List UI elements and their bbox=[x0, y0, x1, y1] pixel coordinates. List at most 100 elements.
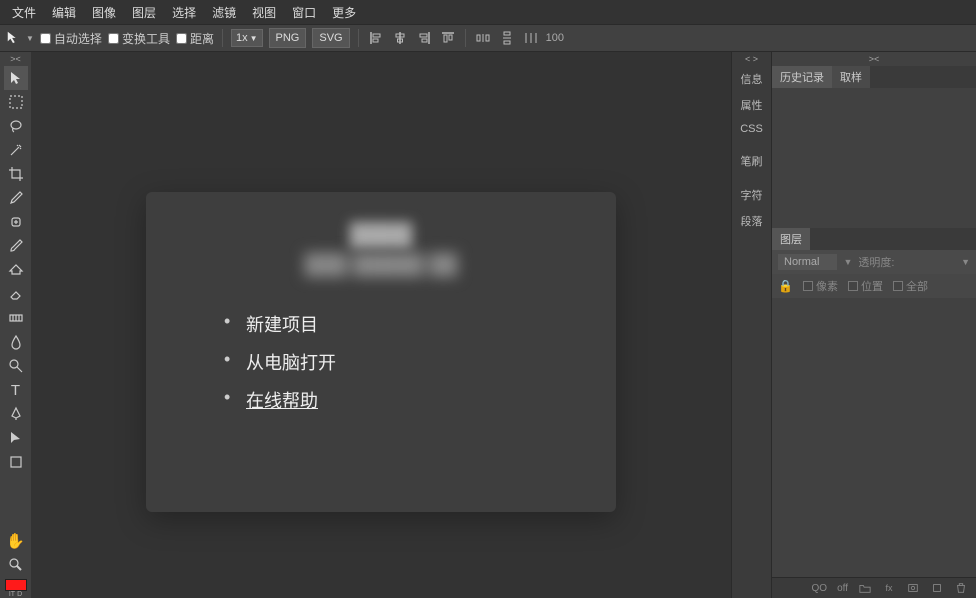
distance-label: 距离 bbox=[190, 30, 214, 47]
auto-select-label: 自动选择 bbox=[54, 30, 102, 47]
tools-panel: >< T ✋ ITD bbox=[0, 52, 31, 598]
fx-icon[interactable]: fx bbox=[882, 581, 896, 595]
history-tab[interactable]: 历史记录 bbox=[772, 66, 832, 88]
new-layer-icon[interactable] bbox=[930, 581, 944, 595]
zoom-select[interactable]: 1x ▼ bbox=[231, 29, 263, 47]
layers-tab[interactable]: 图层 bbox=[772, 228, 810, 250]
dodge-tool[interactable] bbox=[4, 354, 28, 378]
lasso-tool[interactable] bbox=[4, 114, 28, 138]
right-collapse-icon[interactable]: < > bbox=[732, 52, 771, 66]
move-tool[interactable] bbox=[4, 66, 28, 90]
lock-pixels-label: 像素 bbox=[816, 278, 838, 294]
distribute-v-icon[interactable] bbox=[498, 29, 516, 47]
transform-tool-label: 变换工具 bbox=[122, 30, 170, 47]
lock-all-label: 全部 bbox=[906, 278, 928, 294]
lock-position-checkbox[interactable] bbox=[848, 281, 858, 291]
distribute-h-icon[interactable] bbox=[474, 29, 492, 47]
folder-icon[interactable] bbox=[858, 581, 872, 595]
panel-css-tab[interactable]: CSS bbox=[732, 118, 771, 140]
menu-select[interactable]: 选择 bbox=[164, 0, 204, 25]
menu-file[interactable]: 文件 bbox=[4, 0, 44, 25]
menu-more[interactable]: 更多 bbox=[324, 0, 364, 25]
layers-lock-row: 🔒 像素 位置 全部 bbox=[772, 274, 976, 298]
right-collapsed-panels: < > 信息 属性 CSS 笔刷 字符 段落 bbox=[731, 52, 771, 598]
wand-tool[interactable] bbox=[4, 138, 28, 162]
menu-filter[interactable]: 滤镜 bbox=[204, 0, 244, 25]
crop-tool[interactable] bbox=[4, 162, 28, 186]
welcome-title-blurred: ████ bbox=[186, 222, 576, 248]
align-hcenter-icon[interactable] bbox=[391, 29, 409, 47]
align-right-icon[interactable] bbox=[415, 29, 433, 47]
panel-character-tab[interactable]: 字符 bbox=[732, 182, 771, 208]
gradient-tool[interactable] bbox=[4, 306, 28, 330]
opacity-dropdown-icon[interactable]: ▼ bbox=[961, 257, 970, 267]
align-left-icon[interactable] bbox=[367, 29, 385, 47]
export-png-button[interactable]: PNG bbox=[269, 28, 307, 48]
separator bbox=[358, 29, 359, 47]
path-select-tool[interactable] bbox=[4, 426, 28, 450]
layers-controls: Normal ▼ 透明度: ▼ bbox=[772, 250, 976, 274]
menu-window[interactable]: 窗口 bbox=[284, 0, 324, 25]
menu-layer[interactable]: 图层 bbox=[124, 0, 164, 25]
distribute-spacing-icon[interactable] bbox=[522, 29, 540, 47]
layers-panel-tabs: 图层 bbox=[772, 228, 976, 250]
foreground-color-swatch[interactable] bbox=[5, 579, 27, 591]
cursor-dropdown-icon[interactable]: ▼ bbox=[26, 34, 34, 43]
status-off: off bbox=[837, 583, 848, 594]
menu-image[interactable]: 图像 bbox=[84, 0, 124, 25]
blend-mode-select[interactable]: Normal bbox=[778, 254, 837, 270]
canvas-area: ████ ███ █████ ██ 新建项目 从电脑打开 在线帮助 bbox=[31, 52, 731, 598]
right-panels: >< 历史记录 取样 图层 Normal ▼ 透明度: ▼ 🔒 像素 位置 全部… bbox=[771, 52, 976, 598]
lock-icon[interactable]: 🔒 bbox=[778, 279, 793, 293]
panel-info-tab[interactable]: 信息 bbox=[732, 66, 771, 92]
pen-tool[interactable] bbox=[4, 402, 28, 426]
panel-paragraph-tab[interactable]: 段落 bbox=[732, 208, 771, 234]
lock-pixels-checkbox[interactable] bbox=[803, 281, 813, 291]
opacity-label: 透明度: bbox=[858, 254, 894, 270]
separator bbox=[465, 29, 466, 47]
auto-select-checkbox[interactable]: 自动选择 bbox=[40, 30, 102, 47]
welcome-card: ████ ███ █████ ██ 新建项目 从电脑打开 在线帮助 bbox=[146, 192, 616, 512]
status-qo: QO bbox=[812, 583, 828, 594]
options-bar: ▼ 自动选择 变换工具 距离 1x ▼ PNG SVG 100 bbox=[0, 24, 976, 52]
eraser-tool[interactable] bbox=[4, 282, 28, 306]
move-cursor-icon bbox=[6, 30, 20, 47]
clone-stamp-tool[interactable] bbox=[4, 258, 28, 282]
lock-all-checkbox[interactable] bbox=[893, 281, 903, 291]
swatch-labels: ITD bbox=[9, 591, 22, 598]
brush-tool[interactable] bbox=[4, 234, 28, 258]
panel-properties-tab[interactable]: 属性 bbox=[732, 92, 771, 118]
trash-icon[interactable] bbox=[954, 581, 968, 595]
panels-collapse-icon[interactable]: >< bbox=[772, 52, 976, 66]
sample-tab[interactable]: 取样 bbox=[832, 66, 870, 88]
welcome-subtitle-blurred: ███ █████ ██ bbox=[186, 254, 576, 277]
eyedropper-tool[interactable] bbox=[4, 186, 28, 210]
menu-view[interactable]: 视图 bbox=[244, 0, 284, 25]
chevron-down-icon: ▼ bbox=[843, 257, 852, 267]
main-menubar: 文件 编辑 图像 图层 选择 滤镜 视图 窗口 更多 bbox=[0, 0, 976, 24]
align-top-icon[interactable] bbox=[439, 29, 457, 47]
chevron-down-icon: ▼ bbox=[250, 34, 258, 43]
separator bbox=[222, 29, 223, 47]
zoom-tool[interactable] bbox=[4, 553, 28, 577]
tools-collapse-icon[interactable]: >< bbox=[10, 54, 21, 66]
blend-mode-value: Normal bbox=[784, 256, 819, 268]
menu-edit[interactable]: 编辑 bbox=[44, 0, 84, 25]
type-tool[interactable]: T bbox=[4, 378, 28, 402]
welcome-open-from-computer[interactable]: 从电脑打开 bbox=[246, 343, 576, 381]
welcome-online-help[interactable]: 在线帮助 bbox=[246, 381, 576, 419]
blur-tool[interactable] bbox=[4, 330, 28, 354]
zoom-value: 1x bbox=[236, 32, 248, 44]
spacing-value: 100 bbox=[546, 32, 564, 44]
mask-icon[interactable] bbox=[906, 581, 920, 595]
marquee-tool[interactable] bbox=[4, 90, 28, 114]
distance-checkbox[interactable]: 距离 bbox=[176, 30, 214, 47]
transform-tool-checkbox[interactable]: 变换工具 bbox=[108, 30, 170, 47]
shape-tool[interactable] bbox=[4, 450, 28, 474]
healing-tool[interactable] bbox=[4, 210, 28, 234]
lock-position-label: 位置 bbox=[861, 278, 883, 294]
hand-tool[interactable]: ✋ bbox=[4, 529, 28, 553]
export-svg-button[interactable]: SVG bbox=[312, 28, 349, 48]
welcome-new-project[interactable]: 新建项目 bbox=[246, 305, 576, 343]
panel-brushes-tab[interactable]: 笔刷 bbox=[732, 148, 771, 174]
